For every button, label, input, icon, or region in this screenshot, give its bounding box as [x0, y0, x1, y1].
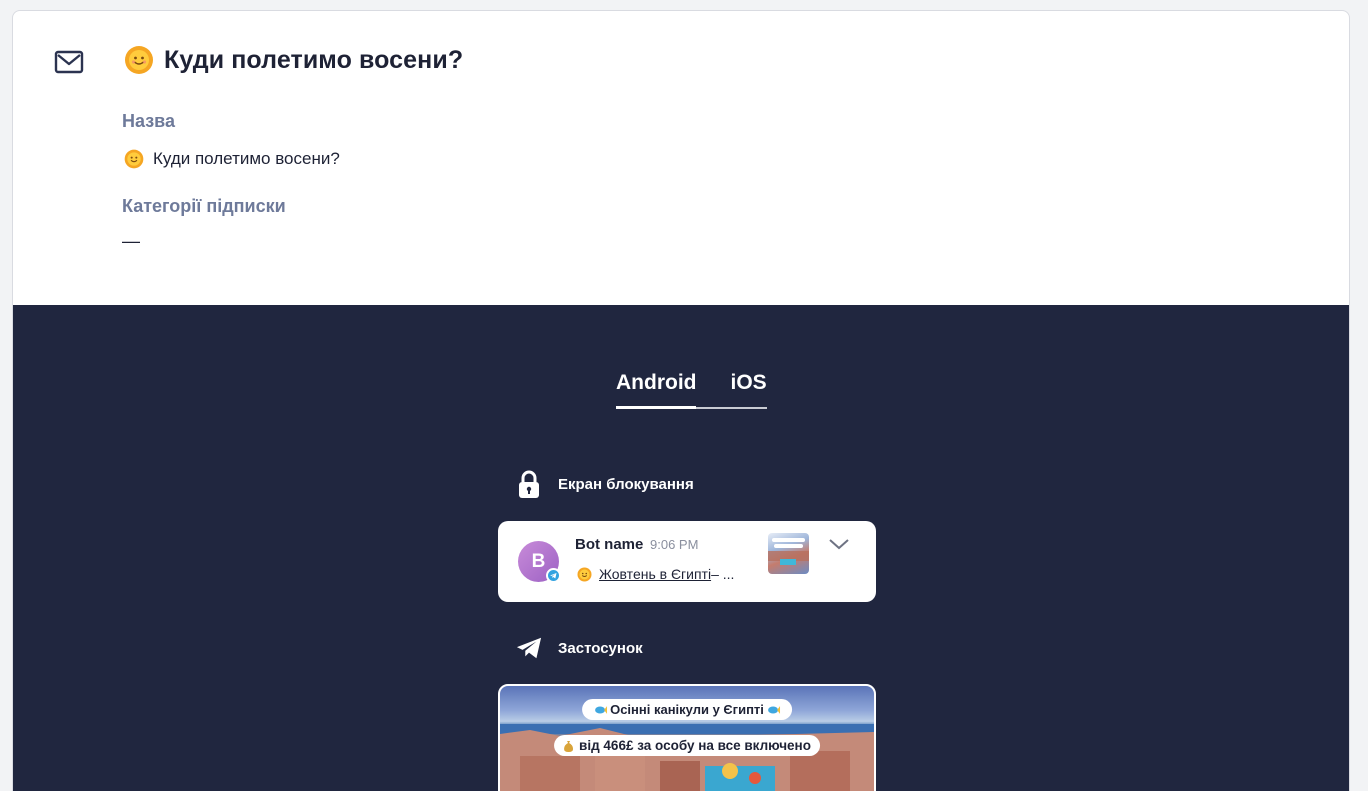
notification-thumbnail: [768, 533, 809, 574]
name-label: Назва: [122, 111, 176, 131]
lock-screen-notification[interactable]: B Bot name 9:06 PM Жовтень в Єгипті – ..…: [498, 521, 876, 602]
promo-price: від 466£ за особу на все включено: [554, 735, 820, 756]
money-bag-emoji-icon: [564, 740, 574, 752]
notification-preview-panel: Android iOS Екран блокування B Bot name …: [13, 305, 1349, 791]
chevron-down-icon[interactable]: [828, 537, 850, 551]
app-heading: Застосунок: [516, 633, 643, 663]
lock-screen-label: Екран блокування: [558, 475, 694, 493]
page-title-row: Куди полетимо восени?: [124, 45, 463, 75]
notification-link[interactable]: Жовтень в Єгипті: [599, 566, 711, 582]
sun-emoji-icon: [125, 46, 153, 74]
notification-trailing: – ...: [711, 566, 735, 582]
fish-emoji-icon: [767, 705, 780, 714]
sun-emoji-icon: [124, 149, 144, 169]
categories-label: Категорії підписки: [122, 196, 286, 216]
promo-line-2: від 466£ за особу на все включено: [579, 738, 811, 753]
message-details-card: Куди полетимо восени? Назва Куди полетим…: [12, 10, 1350, 791]
tab-divider: [696, 371, 731, 409]
name-value: Куди полетимо восени?: [124, 149, 340, 169]
fish-emoji-icon: [595, 705, 608, 714]
name-value-text: Куди полетимо восени?: [153, 149, 340, 168]
app-label: Застосунок: [558, 639, 643, 657]
sun-emoji-icon: [577, 567, 592, 581]
mail-icon: [54, 50, 84, 74]
lock-icon: [516, 469, 542, 499]
avatar: B: [518, 541, 561, 583]
tab-android[interactable]: Android: [616, 371, 697, 409]
telegram-badge-icon: [546, 568, 561, 583]
page-title: Куди полетимо восени?: [164, 45, 464, 74]
tab-ios[interactable]: iOS: [730, 371, 767, 409]
notification-time: 9:06 PM: [650, 537, 699, 552]
telegram-plane-icon: [516, 633, 542, 663]
lock-screen-heading: Екран блокування: [516, 469, 694, 499]
promo-headline: Осінні канікули у Єгипті: [582, 699, 792, 720]
promo-line-1: Осінні канікули у Єгипті: [610, 702, 764, 717]
bot-name: Bot name: [575, 536, 644, 553]
avatar-letter: B: [531, 550, 546, 572]
categories-value: —: [122, 231, 140, 251]
app-message-image[interactable]: Осінні канікули у Єгипті від 466£ за осо…: [498, 684, 876, 791]
notification-message: Жовтень в Єгипті – ...: [577, 566, 734, 582]
platform-tabs: Android iOS: [616, 371, 767, 409]
